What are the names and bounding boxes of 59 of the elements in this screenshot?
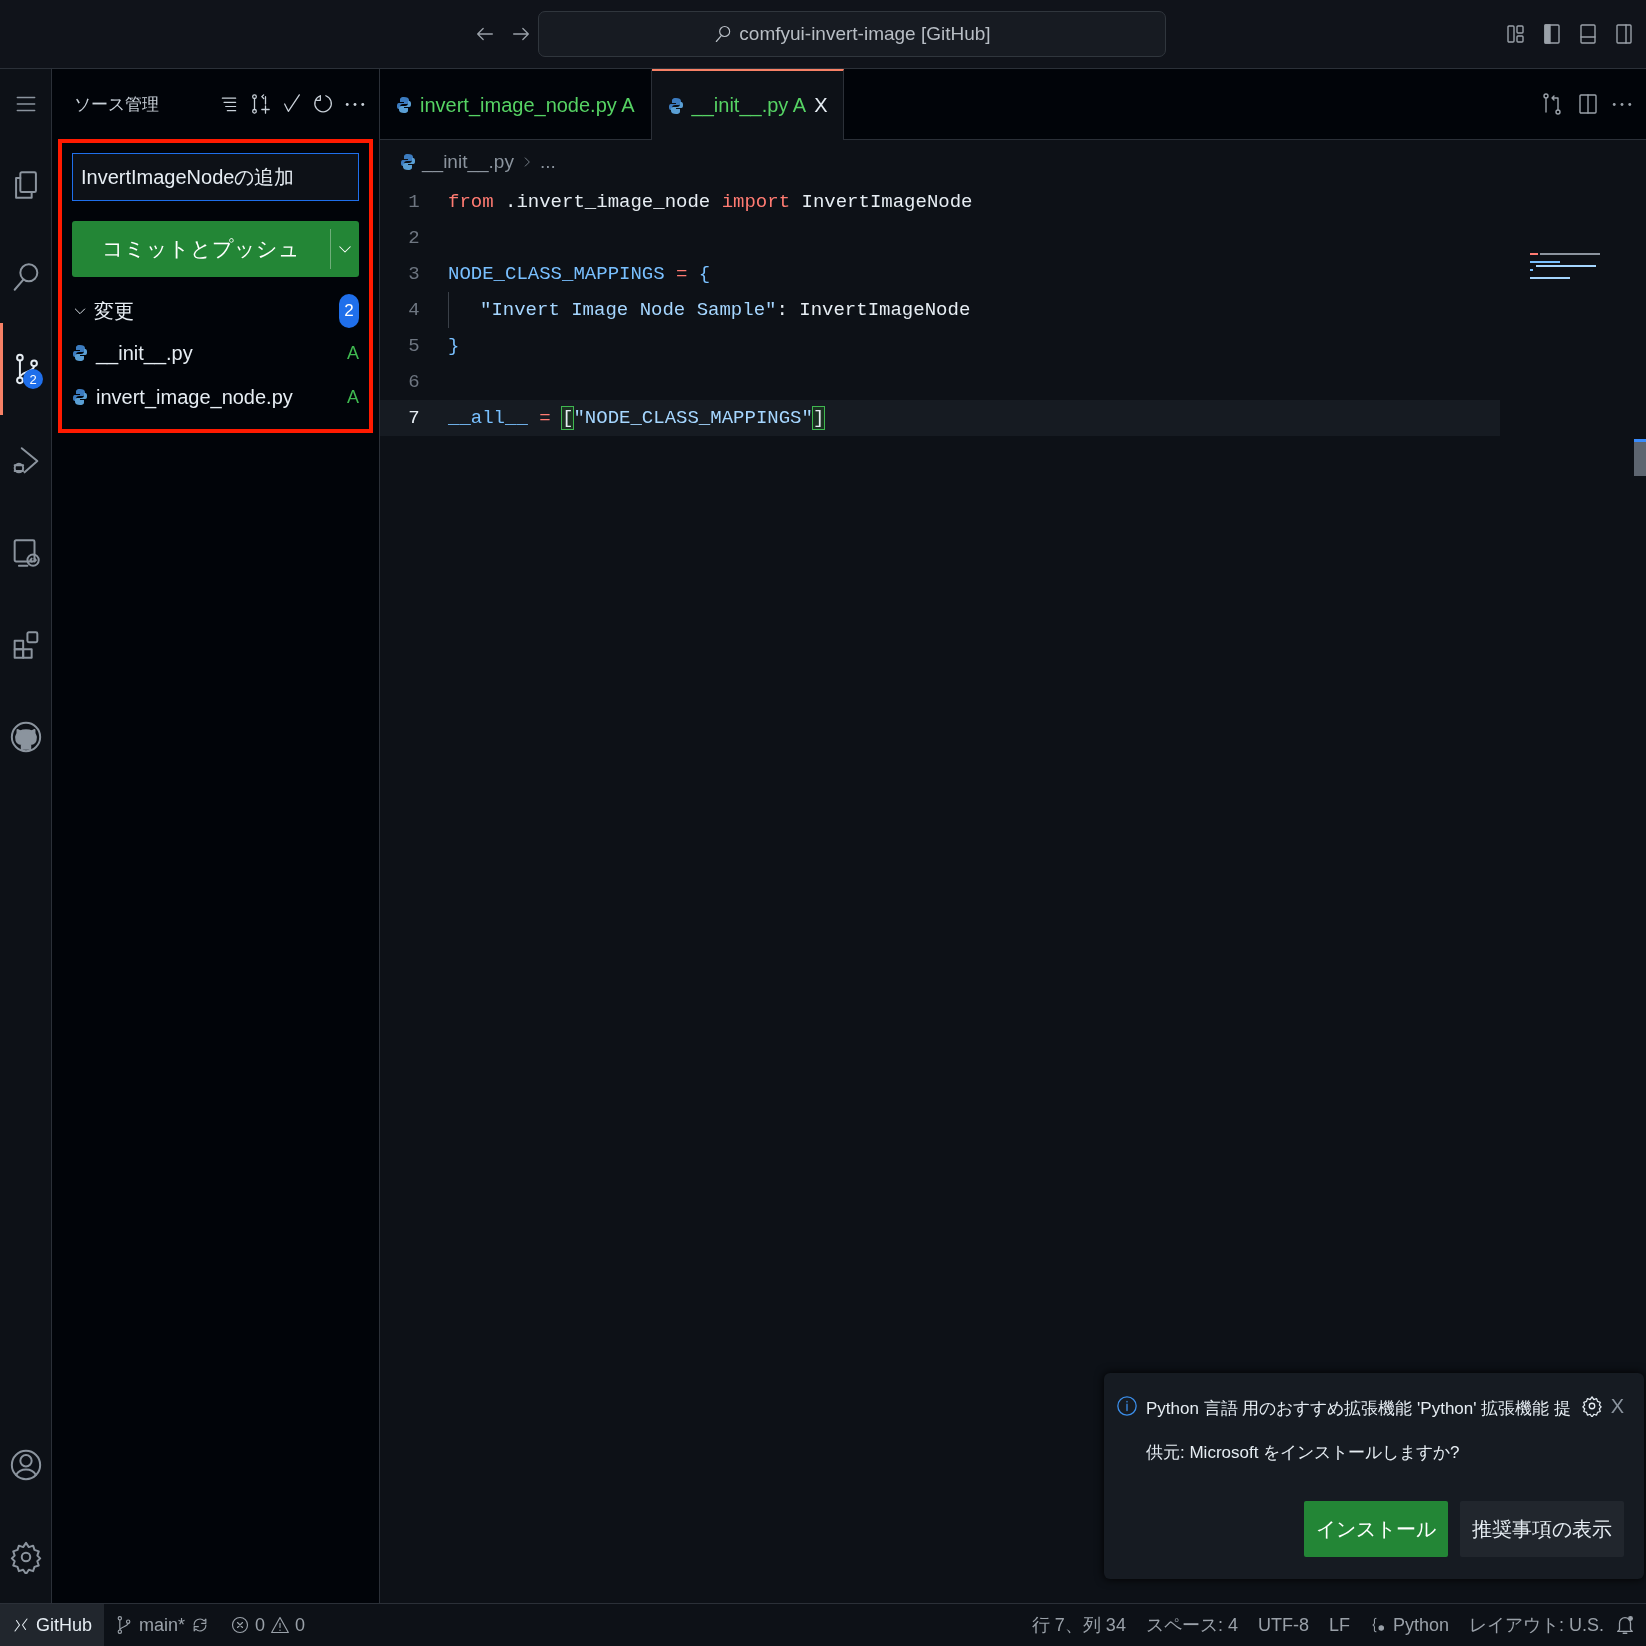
commit-message-field[interactable]: InvertImageNodeの追加 [72,153,359,201]
settings-icon [1580,1395,1603,1417]
editor-tab[interactable]: __init__.py A X [651,69,845,140]
install-button[interactable]: インストール [1304,1501,1448,1557]
line-number: 4 [407,299,421,321]
changed-file-item[interactable]: __init__.py A [72,331,359,375]
command-center-search[interactable]: comfyui-invert-image [GitHub] [538,11,1166,57]
count-badge: 2 [23,369,43,389]
sidebar-title: ソース管理 [74,93,160,116]
code-text: from .invert_image_node import InvertImageNode [448,191,973,213]
python-icon [72,344,88,362]
split-editor-icon [1576,92,1600,116]
checkmark-icon [281,93,303,115]
more-icon[interactable] [345,101,365,107]
line-number: 7 [407,407,421,429]
code-text: "Invert Image Node Sample": InvertImageNode [448,292,971,328]
python-icon [72,388,88,406]
status-item[interactable]: 行 7、列 34 [1021,1613,1136,1637]
language-mode[interactable]: Python [1359,1614,1459,1636]
changes-group[interactable]: 変更 2 [72,291,359,331]
commit-and-push-button[interactable]: コミットとプッシュ [72,221,359,277]
status-item[interactable]: スペース: 4 [1135,1613,1248,1637]
notification-message: Python 言語 用のおすすめ拡張機能 'Python' 拡張機能 提供元: Microsoft をインストールしますか? [1146,1398,1572,1464]
code-text: NODE_CLASS_MAPPINGS = { [448,263,711,285]
status-item[interactable]: UTF-8 [1247,1614,1319,1636]
error-icon [230,1615,251,1635]
bell-icon [1614,1614,1636,1636]
account-icon [8,1448,43,1482]
close-button[interactable]: X [1610,1395,1624,1418]
line-number: 1 [407,191,421,213]
github-icon [8,720,43,754]
problems-indicator[interactable]: 0 0 [220,1614,316,1636]
branch-indicator[interactable]: main* [104,1614,221,1636]
more-icon[interactable] [1612,101,1632,107]
line-number: 6 [407,371,421,393]
show-recommendations-button[interactable]: 推奨事項の表示 [1460,1501,1624,1557]
warning-icon [270,1615,291,1635]
line-number: 5 [407,335,421,357]
remote-icon [12,1616,30,1634]
info-icon [1116,1395,1138,1417]
branch-plus-icon [249,93,271,115]
changed-file-item[interactable]: invert_image_node.py A [72,375,359,419]
breadcrumb-item[interactable]: __init__.py [422,151,514,173]
status-item[interactable]: LF [1318,1614,1360,1636]
python-icon [667,96,684,115]
scrollbar-thumb[interactable] [1634,439,1646,476]
python-icon [396,96,412,114]
python-icon [400,153,416,171]
count-badge: 2 [339,294,359,328]
code-text: __all__ = ["NODE_CLASS_MAPPINGS"] [448,407,825,429]
code-text: } [448,335,460,357]
settings-icon [8,1540,43,1574]
breadcrumb-item[interactable]: ... [539,151,556,173]
compare-changes-icon [1540,92,1564,116]
status-item[interactable]: レイアウト: U.S. [1459,1613,1614,1637]
line-number: 2 [407,227,421,249]
remote-indicator[interactable]: GitHub [0,1604,105,1646]
refresh-icon [313,93,335,115]
line-number: 3 [407,263,421,285]
